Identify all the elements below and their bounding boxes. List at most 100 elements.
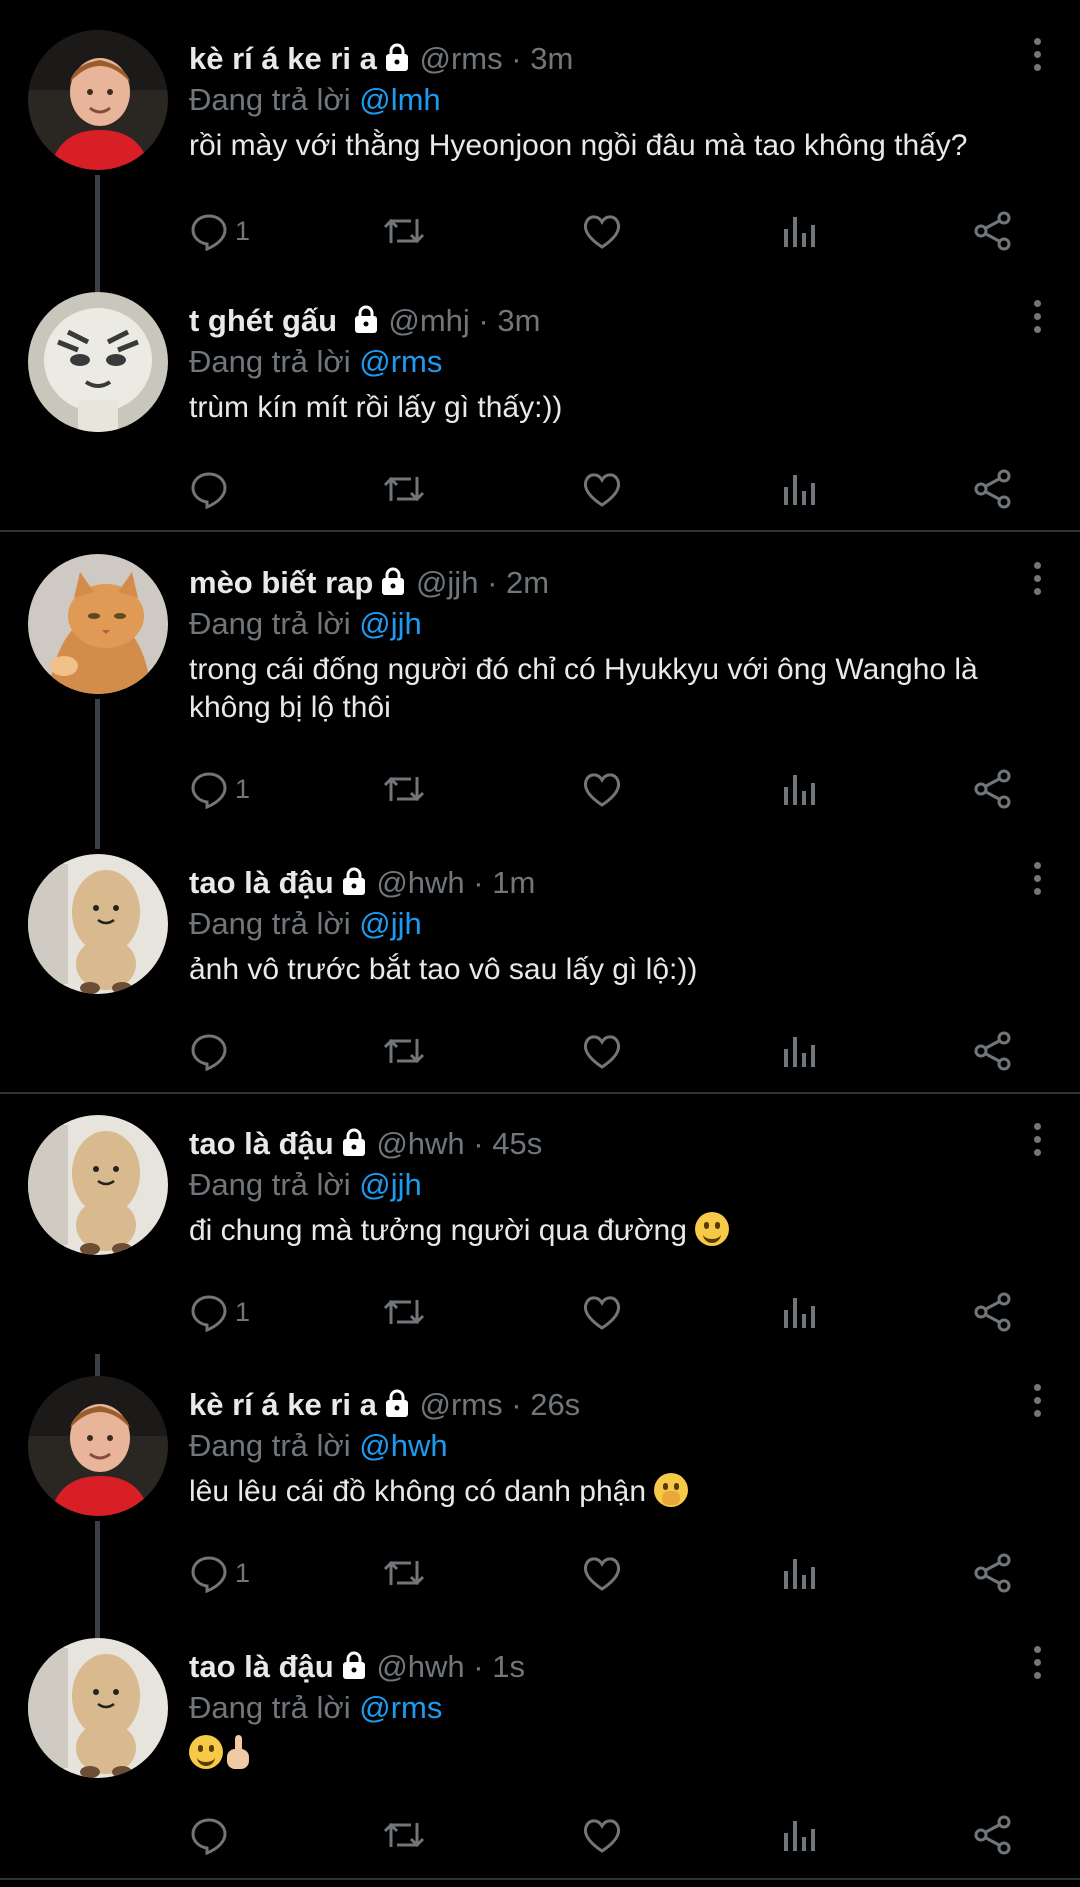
reply-count: 1 [235,773,251,804]
more-options-icon[interactable] [1030,562,1044,602]
like-button[interactable] [581,1548,623,1598]
display-name[interactable]: tao là đậu [189,865,334,900]
like-button[interactable] [581,1026,623,1076]
views-button[interactable] [781,1026,817,1076]
like-icon [581,211,623,251]
replying-to: Đang trả lời @jjh [189,1167,422,1202]
middle-finger-emoji [223,1735,253,1769]
avatar[interactable] [28,30,168,170]
share-button[interactable] [972,764,1014,814]
reply-button[interactable]: 1 [189,764,250,814]
avatar[interactable] [28,554,168,694]
mention-link[interactable]: @lmh [359,82,440,117]
action-bar [189,1026,1019,1076]
share-icon [972,1291,1014,1333]
timestamp[interactable]: 1s [492,1649,525,1684]
share-button[interactable] [972,206,1014,256]
views-button[interactable] [781,206,817,256]
timestamp[interactable]: 45s [492,1126,542,1161]
mention-link[interactable]: @jjh [359,606,421,641]
retweet-button[interactable] [381,1548,427,1598]
avatar[interactable] [28,854,168,994]
avatar[interactable] [28,292,168,432]
tweet-text: lêu lêu cái đồ không có danh phận [189,1473,1039,1511]
timestamp[interactable]: 26s [530,1387,580,1422]
user-handle[interactable]: @hwh [376,865,464,900]
avatar[interactable] [28,1376,168,1516]
more-options-icon[interactable] [1030,1384,1044,1424]
retweet-icon [381,1553,427,1593]
display-name[interactable]: tao là đậu [189,1126,334,1161]
retweet-icon [381,1292,427,1332]
replying-to: Đang trả lời @hwh [189,1428,448,1463]
display-name[interactable]: mèo biết rap [189,565,373,600]
more-options-icon[interactable] [1030,1123,1044,1163]
mention-link[interactable]: @jjh [359,1167,421,1202]
retweet-button[interactable] [381,1026,427,1076]
reply-button[interactable]: 1 [189,1287,250,1337]
display-name[interactable]: tao là đậu [189,1649,334,1684]
like-button[interactable] [581,464,623,514]
more-options-icon[interactable] [1030,1646,1044,1686]
views-button[interactable] [781,1287,817,1337]
user-handle[interactable]: @rms [420,1387,503,1422]
tweet-header: kè rí á ke ri a @rms · 26s [189,1387,580,1426]
mention-link[interactable]: @jjh [359,906,421,941]
user-handle[interactable]: @hwh [376,1126,464,1161]
retweet-button[interactable] [381,764,427,814]
tweet-header: t ghét gấu @mhj · 3m [189,303,540,342]
user-handle[interactable]: @rms [420,41,503,76]
reply-button[interactable] [189,1026,235,1076]
retweet-icon [381,211,427,251]
more-options-icon[interactable] [1030,38,1044,78]
share-button[interactable] [972,1548,1014,1598]
more-options-icon[interactable] [1030,300,1044,340]
reply-count: 1 [235,1557,251,1588]
display-name[interactable]: kè rí á ke ri a [189,41,377,76]
tweet-header: kè rí á ke ri a @rms · 3m [189,41,573,80]
like-button[interactable] [581,206,623,256]
views-button[interactable] [781,1548,817,1598]
retweet-button[interactable] [381,1287,427,1337]
user-handle[interactable]: @hwh [376,1649,464,1684]
display-name[interactable]: t ghét gấu [189,303,337,338]
share-icon [972,210,1014,252]
reply-icon [189,769,229,809]
user-handle[interactable]: @jjh [416,565,478,600]
share-button[interactable] [972,464,1014,514]
like-button[interactable] [581,764,623,814]
share-button[interactable] [972,1026,1014,1076]
timestamp[interactable]: 1m [492,865,535,900]
retweet-button[interactable] [381,206,427,256]
timestamp[interactable]: 3m [497,303,540,338]
mention-link[interactable]: @rms [359,1690,442,1725]
mention-link[interactable]: @hwh [359,1428,447,1463]
reply-icon [189,1815,229,1855]
timestamp[interactable]: 2m [506,565,549,600]
timestamp[interactable]: 3m [530,41,573,76]
like-button[interactable] [581,1810,623,1860]
share-button[interactable] [972,1810,1014,1860]
views-button[interactable] [781,464,817,514]
retweet-button[interactable] [381,464,427,514]
like-icon [581,1815,623,1855]
more-options-icon[interactable] [1030,862,1044,902]
views-button[interactable] [781,764,817,814]
like-icon [581,1553,623,1593]
replying-to: Đang trả lời @jjh [189,906,422,941]
views-button[interactable] [781,1810,817,1860]
display-name[interactable]: kè rí á ke ri a [189,1387,377,1422]
reply-button[interactable]: 1 [189,206,250,256]
share-button[interactable] [972,1287,1014,1337]
tweet-text: rồi mày với thằng Hyeonjoon ngồi đâu mà … [189,129,968,162]
user-handle[interactable]: @mhj [388,303,469,338]
avatar[interactable] [28,1115,168,1255]
views-icon [781,1292,817,1332]
like-button[interactable] [581,1287,623,1337]
mention-link[interactable]: @rms [359,344,442,379]
reply-button[interactable]: 1 [189,1548,250,1598]
reply-button[interactable] [189,464,235,514]
avatar[interactable] [28,1638,168,1778]
reply-button[interactable] [189,1810,235,1860]
retweet-button[interactable] [381,1810,427,1860]
